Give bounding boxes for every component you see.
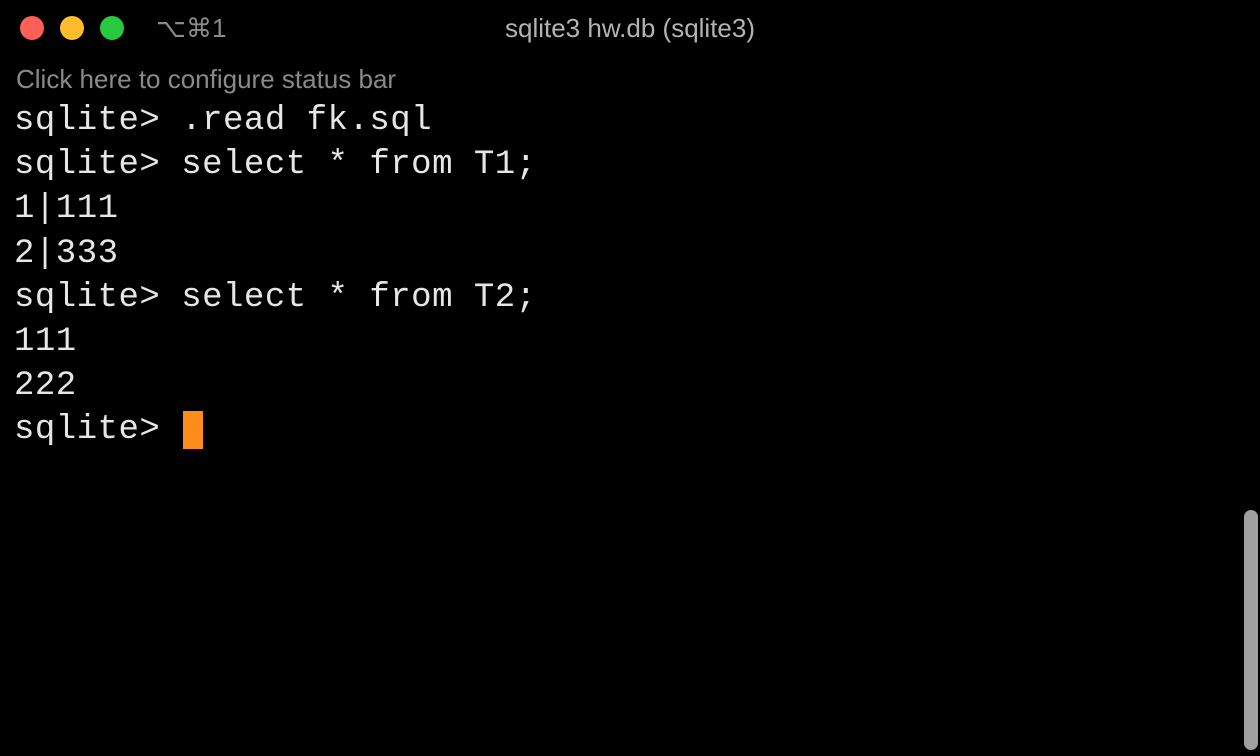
terminal-prompt: sqlite> bbox=[14, 408, 181, 452]
tab-indicator: ⌥⌘1 bbox=[156, 13, 226, 44]
terminal-body[interactable]: sqlite> .read fk.sql sqlite> select * fr… bbox=[0, 95, 1260, 457]
traffic-lights bbox=[20, 16, 124, 40]
terminal-line: sqlite> .read fk.sql bbox=[14, 99, 1246, 143]
terminal-line: 1|111 bbox=[14, 187, 1246, 231]
maximize-icon[interactable] bbox=[100, 16, 124, 40]
terminal-line: sqlite> select * from T1; bbox=[14, 143, 1246, 187]
minimize-icon[interactable] bbox=[60, 16, 84, 40]
cursor-icon bbox=[183, 411, 203, 449]
terminal-line: 2|333 bbox=[14, 232, 1246, 276]
titlebar: ⌥⌘1 sqlite3 hw.db (sqlite3) bbox=[0, 0, 1260, 56]
terminal-line: sqlite> select * from T2; bbox=[14, 276, 1246, 320]
scrollbar-thumb[interactable] bbox=[1244, 510, 1258, 750]
status-bar[interactable]: Click here to configure status bar bbox=[0, 56, 1260, 95]
terminal-prompt-line[interactable]: sqlite> bbox=[14, 408, 1246, 452]
close-icon[interactable] bbox=[20, 16, 44, 40]
terminal-line: 222 bbox=[14, 364, 1246, 408]
window-title: sqlite3 hw.db (sqlite3) bbox=[505, 13, 755, 44]
terminal-line: 111 bbox=[14, 320, 1246, 364]
scrollbar-track[interactable] bbox=[1242, 100, 1258, 750]
